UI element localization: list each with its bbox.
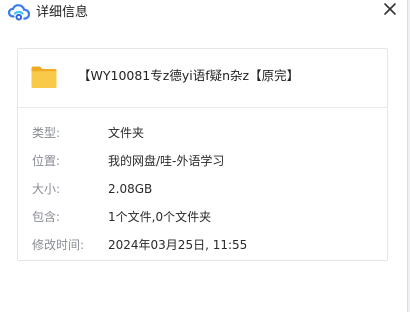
contains-label: 包含: [32,210,61,224]
file-header: 【WY10081专z德yi语f疑n杂z【原完】 [18,49,387,108]
modified-time-label: 修改时间: [32,238,85,252]
contains-value: 1个文件,0个文件夹 [108,210,212,224]
dialog-titlebar: 详细信息 [0,0,408,28]
file-name: 【WY10081专z德yi语f疑n杂z【原完】 [78,68,300,83]
close-icon[interactable] [380,0,400,20]
folder-icon [30,64,58,90]
file-details-dialog: 详细信息 【WY10081专z德yi语f疑n杂z【原完】 类型: 文件夹 位置:… [0,0,408,312]
location-value: 我的网盘/哇-外语学习 [108,154,225,168]
dialog-title: 详细信息 [36,5,89,20]
details-card: 【WY10081专z德yi语f疑n杂z【原完】 类型: 文件夹 位置: 我的网盘… [17,48,388,261]
size-value: 2.08GB [108,182,153,196]
location-label: 位置: [32,154,61,168]
size-label: 大小: [32,182,61,196]
type-label: 类型: [32,126,61,140]
modified-time-value: 2024年03月25日, 11:55 [108,238,248,252]
type-value: 文件夹 [108,126,145,140]
baidu-netdisk-logo-icon [7,4,31,22]
